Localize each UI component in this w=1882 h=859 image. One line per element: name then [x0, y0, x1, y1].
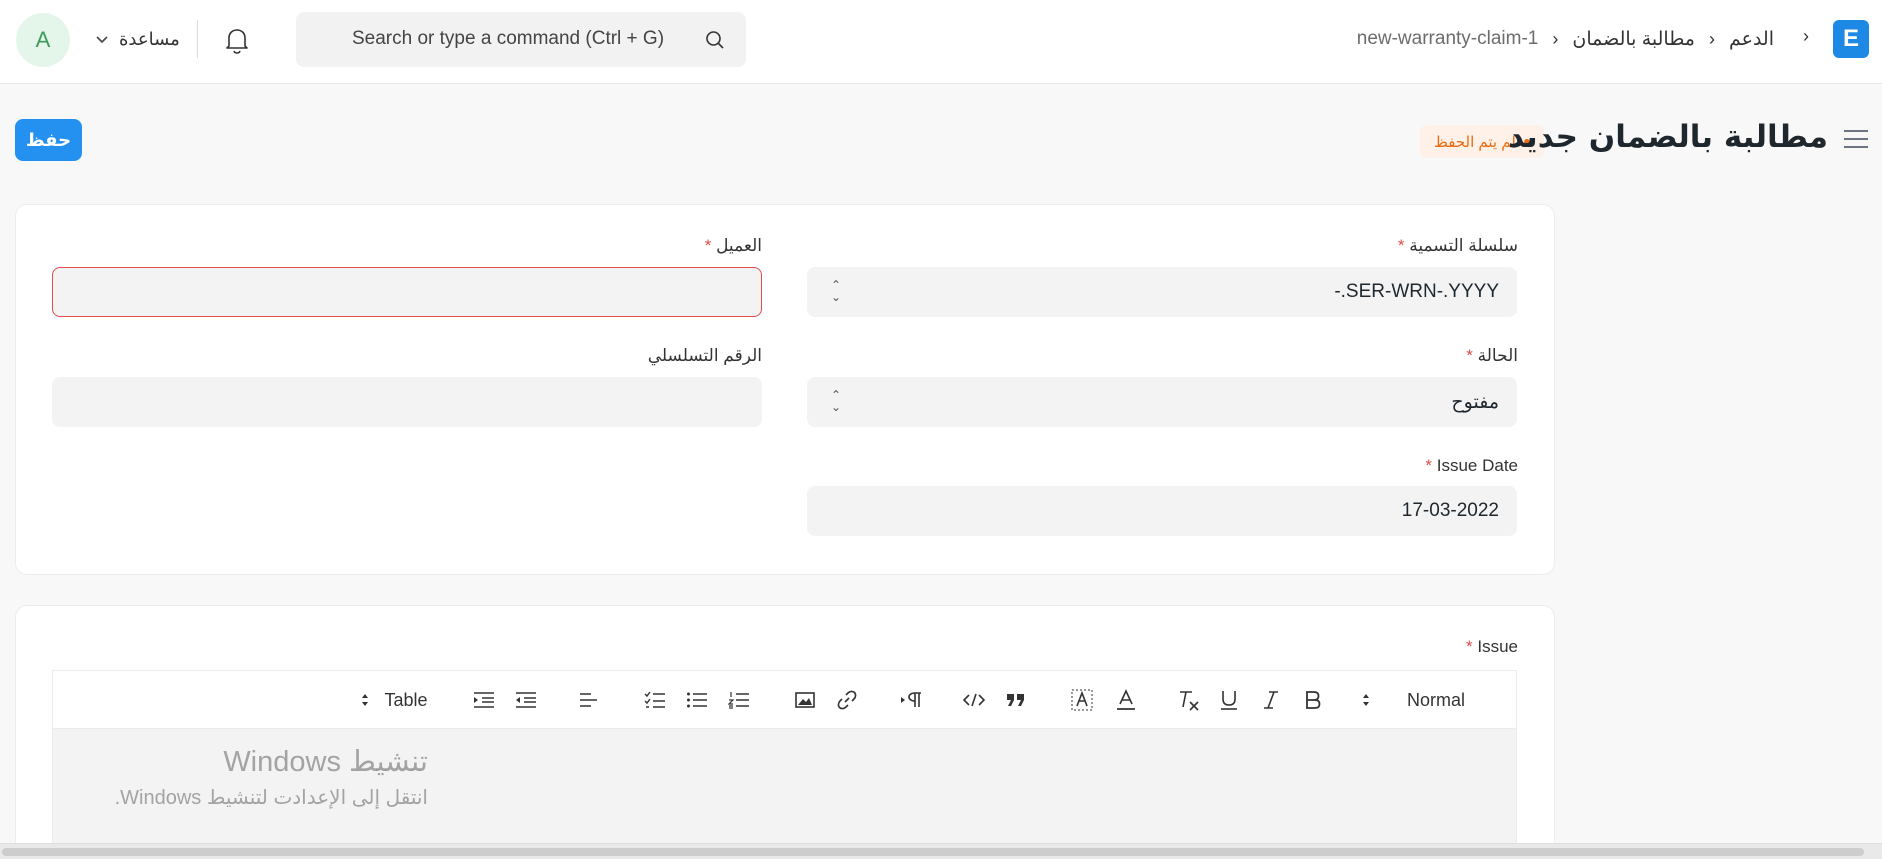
naming-series-select[interactable]: -.SER-WRN-.YYYY ⌃ ⌄ [807, 267, 1517, 317]
breadcrumb-warranty-claim[interactable]: مطالبة بالضمان [1572, 28, 1695, 51]
bold-icon[interactable] [1301, 689, 1325, 711]
sidebar-toggle-icon[interactable] [1844, 130, 1868, 150]
italic-icon[interactable] [1259, 689, 1283, 711]
issue-label: Issue * [1466, 637, 1518, 656]
breadcrumb-support[interactable]: الدعم [1729, 28, 1774, 51]
scrollbar-thumb[interactable] [2, 848, 1864, 856]
outdent-icon[interactable] [513, 689, 539, 711]
paragraph-direction-icon[interactable] [899, 689, 925, 711]
issue-date-value: 17-03-2022 [1401, 500, 1499, 521]
select-arrows-icon: ⌃ ⌄ [831, 388, 842, 414]
serial-no-label: الرقم التسلسلي [647, 346, 762, 365]
page-title: مطالبة بالضمان جديد [1508, 119, 1828, 155]
blockquote-icon[interactable] [1003, 689, 1029, 711]
help-dropdown[interactable]: مساعدة [95, 26, 180, 52]
ordered-list-icon[interactable] [727, 689, 751, 711]
app-logo[interactable]: E [1833, 20, 1869, 58]
clear-format-icon[interactable] [1175, 689, 1201, 711]
serial-no-input[interactable] [52, 377, 762, 427]
code-icon[interactable] [961, 689, 987, 711]
search-bar[interactable]: Search or type a command (Ctrl + G) [296, 12, 746, 67]
save-button[interactable]: حفظ [15, 119, 82, 161]
select-arrows-icon: ⌃ ⌄ [831, 278, 842, 304]
image-icon[interactable] [793, 689, 817, 711]
link-icon[interactable] [835, 689, 859, 711]
navbar: A مساعدة Search or type a command (Ctrl … [0, 0, 1882, 84]
issue-date-input[interactable]: 17-03-2022 [807, 486, 1517, 536]
horizontal-scrollbar[interactable] [0, 843, 1882, 859]
windows-activation-watermark: تنشيط Windows انتقل إلى الإعدادت لتنشيط … [85, 744, 428, 810]
breadcrumb: new-warranty-claim-1 › مطالبة بالضمان › … [1357, 24, 1774, 54]
background-color-icon[interactable] [1069, 689, 1095, 711]
align-icon[interactable] [577, 689, 601, 711]
format-select-icon [1361, 691, 1371, 709]
breadcrumb-separator-icon: › [1803, 26, 1809, 46]
status-label: الحالة * [1466, 346, 1518, 365]
bullet-list-icon[interactable] [685, 689, 709, 711]
breadcrumb-separator-icon: › [1708, 28, 1715, 49]
search-placeholder: Search or type a command (Ctrl + G) [352, 28, 665, 49]
format-select-label: Normal [1407, 689, 1466, 710]
check-list-icon[interactable] [643, 689, 667, 711]
updown-arrows-icon [360, 691, 370, 709]
editor-toolbar: Table Normal [52, 670, 1517, 728]
breadcrumb-separator-icon: › [1552, 28, 1559, 49]
notification-bell-icon[interactable] [222, 24, 252, 56]
watermark-title: تنشيط Windows [223, 746, 428, 778]
naming-series-value: -.SER-WRN-.YYYY [1334, 281, 1499, 302]
chevron-down-icon [95, 31, 109, 47]
customer-label: العميل * [704, 236, 762, 255]
search-icon [704, 29, 726, 51]
naming-series-label: سلسلة التسمية * [1397, 236, 1518, 255]
table-label: Table [384, 689, 428, 710]
status-select[interactable]: مفتوح ⌃ ⌄ [807, 377, 1517, 427]
customer-input[interactable] [52, 267, 762, 317]
table-button[interactable]: Table [349, 689, 439, 711]
navbar-divider [197, 20, 198, 58]
font-color-icon[interactable] [1113, 689, 1139, 711]
breadcrumb-current[interactable]: new-warranty-claim-1 [1357, 28, 1539, 50]
watermark-subtitle: انتقل إلى الإعدادت لتنشيط Windows. [114, 787, 428, 809]
underline-icon[interactable] [1217, 689, 1241, 711]
help-label: مساعدة [119, 28, 180, 49]
user-avatar[interactable]: A [16, 13, 70, 67]
indent-icon[interactable] [471, 689, 497, 711]
issue-date-label: Issue Date * [1425, 456, 1518, 475]
status-badge-label: لم يتم الحفظ [1434, 133, 1516, 151]
status-value: مفتوح [1451, 392, 1499, 413]
format-select[interactable]: Normal [1361, 689, 1466, 711]
